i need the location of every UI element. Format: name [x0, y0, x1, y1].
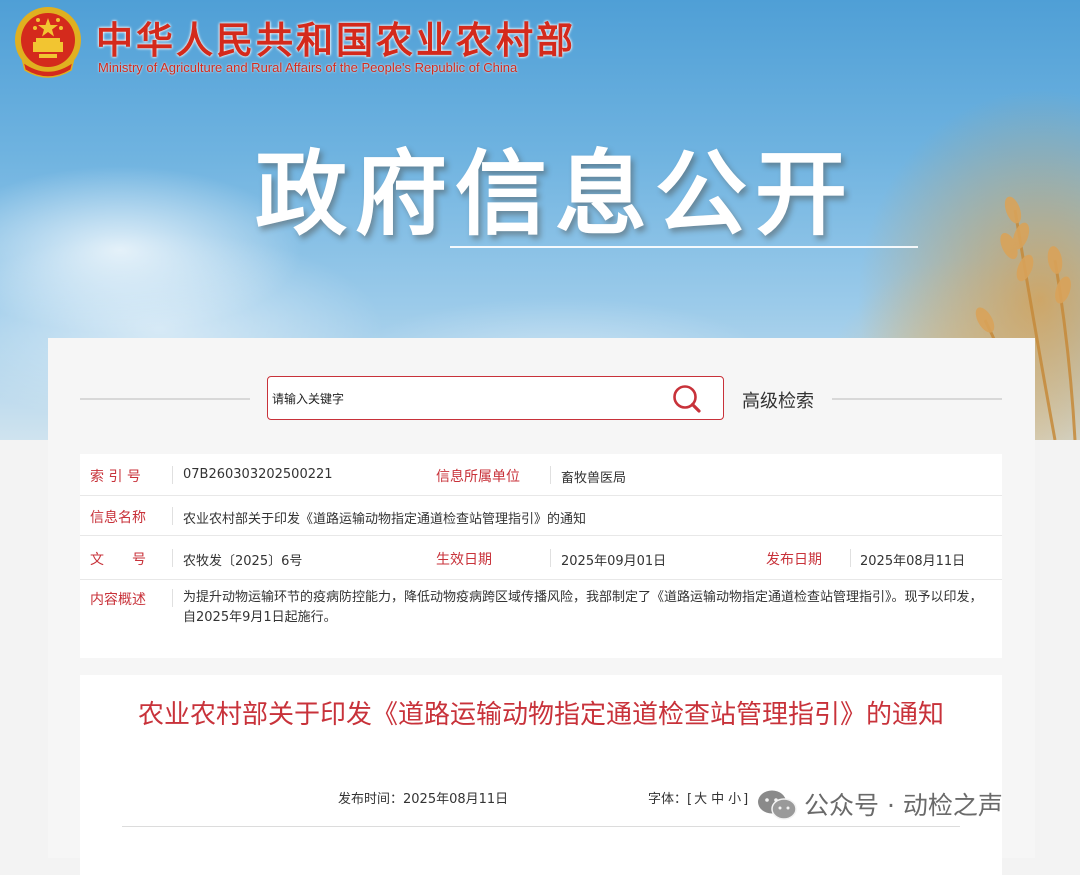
font-size-switcher: 字体：[大中小]	[648, 788, 748, 807]
article-section: 农业农村部关于印发《道路运输动物指定通道检查站管理指引》的通知 发布时间：202…	[80, 675, 1002, 875]
site-title-en[interactable]: Ministry of Agriculture and Rural Affair…	[98, 60, 517, 75]
font-medium-button[interactable]: 中	[709, 792, 726, 807]
font-size-label: 字体：	[648, 792, 688, 807]
search-box	[267, 376, 724, 420]
unit-value: 畜牧兽医局	[561, 471, 627, 486]
summary-value: 为提升动物运输环节的疫病防控能力，降低动物疫病跨区域传播风险，我部制定了《道路运…	[183, 590, 983, 625]
effective-date-label: 生效日期	[436, 552, 492, 568]
font-bracket-close: ]	[743, 792, 749, 807]
info-sep	[172, 507, 173, 525]
national-emblem-icon	[15, 7, 81, 78]
summary-label: 内容概述	[90, 592, 146, 608]
search-divider-right	[832, 398, 1002, 400]
info-row-index: 索 引 号 07B260303202500221 信息所属单位 畜牧兽医局	[80, 454, 1002, 496]
doc-number-label: 文 号	[90, 552, 146, 568]
index-value: 07B260303202500221	[183, 467, 333, 482]
info-row-doc: 文 号 农牧发〔2025〕6号 生效日期 2025年09月01日 发布日期 20…	[80, 536, 1002, 580]
info-sep	[550, 549, 551, 567]
name-label: 信息名称	[90, 510, 146, 526]
wechat-icon	[758, 790, 797, 820]
font-large-button[interactable]: 大	[692, 792, 709, 807]
info-sep	[172, 466, 173, 484]
publish-date-value: 2025年08月11日	[860, 554, 966, 569]
watermark-text: 公众号 · 动检之声	[804, 791, 1003, 820]
publish-time-value: 2025年08月11日	[403, 792, 509, 807]
doc-number-value: 农牧发〔2025〕6号	[183, 554, 303, 569]
font-small-button[interactable]: 小	[726, 792, 743, 807]
info-table: 索 引 号 07B260303202500221 信息所属单位 畜牧兽医局 信息…	[80, 454, 1002, 658]
info-sep	[172, 589, 173, 607]
info-row-summary: 内容概述 为提升动物运输环节的疫病防控能力，降低动物疫病跨区域传播风险，我部制定…	[80, 580, 1002, 658]
search-divider-left	[80, 398, 250, 400]
info-sep	[550, 466, 551, 484]
advanced-search-link[interactable]: 高级检索	[742, 387, 814, 413]
info-sep	[850, 549, 851, 567]
hero-title: 政府信息公开	[255, 141, 856, 248]
article-publish-time: 发布时间：2025年08月11日	[338, 788, 508, 807]
search-icon[interactable]	[670, 383, 704, 415]
search-input[interactable]	[270, 385, 664, 413]
main-panel: 高级检索 索 引 号 07B260303202500221 信息所属单位 畜牧兽…	[48, 338, 1035, 875]
name-value: 农业农村部关于印发《道路运输动物指定通道检查站管理指引》的通知	[183, 512, 587, 527]
search-row: 高级检索	[48, 338, 1035, 448]
effective-date-value: 2025年09月01日	[561, 554, 667, 569]
unit-label: 信息所属单位	[436, 469, 520, 485]
publish-date-label: 发布日期	[766, 552, 822, 568]
hero-divider	[450, 246, 918, 248]
article-divider	[122, 826, 960, 827]
site-title-cn[interactable]: 中华人民共和国农业农村部	[96, 10, 576, 64]
info-sep	[172, 549, 173, 567]
info-row-name: 信息名称 农业农村部关于印发《道路运输动物指定通道检查站管理指引》的通知	[80, 496, 1002, 536]
publish-time-label: 发布时间：	[338, 792, 404, 807]
index-label: 索 引 号	[90, 469, 141, 485]
article-title: 农业农村部关于印发《道路运输动物指定通道检查站管理指引》的通知	[137, 700, 944, 730]
